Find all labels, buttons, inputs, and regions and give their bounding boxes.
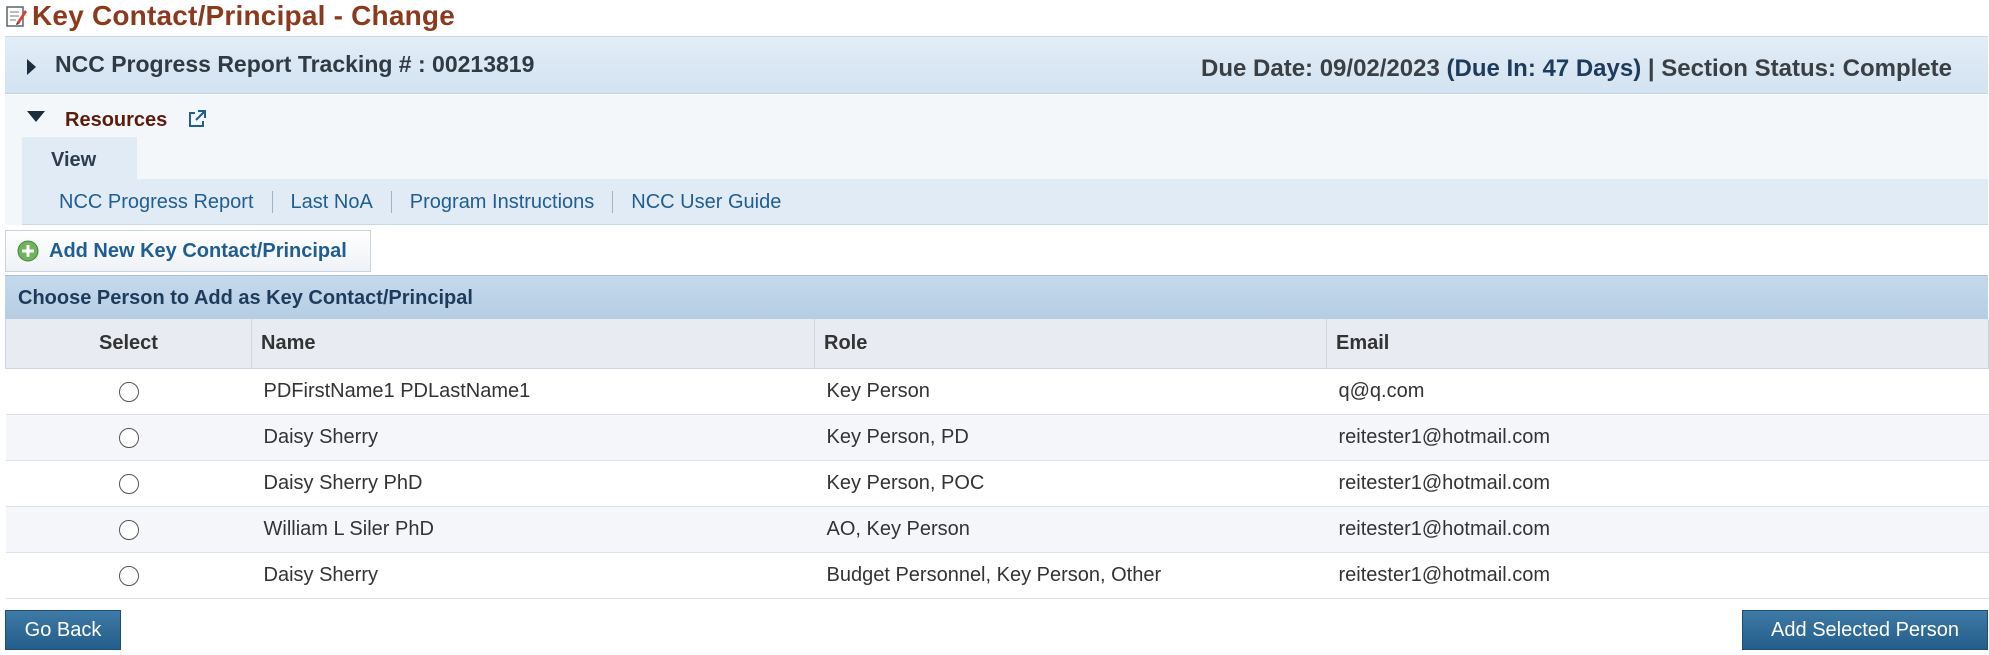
go-back-button[interactable]: Go Back: [5, 610, 121, 650]
section-status: Section Status: Complete: [1661, 55, 1952, 82]
name-cell: Daisy Sherry: [251, 552, 815, 599]
title-row: Key Contact/Principal - Change: [0, 0, 455, 32]
link-program-instructions[interactable]: Program Instructions: [392, 190, 614, 213]
due-date: Due Date: 09/02/2023: [1201, 55, 1440, 82]
select-cell: [5, 460, 252, 507]
link-ncc-progress-report[interactable]: NCC Progress Report: [22, 190, 273, 213]
section-header: Choose Person to Add as Key Contact/Prin…: [5, 275, 1988, 319]
tracking-bar: NCC Progress Report Tracking # : 0021381…: [5, 36, 1988, 94]
role-cell: Key Person, PD: [814, 414, 1327, 461]
select-radio[interactable]: [118, 519, 139, 540]
email-cell: reitester1@hotmail.com: [1326, 460, 1989, 507]
table-row: Daisy Sherry PhD Key Person, POC reitest…: [5, 460, 1989, 507]
email-cell: reitester1@hotmail.com: [1326, 414, 1989, 461]
column-header-email[interactable]: Email: [1326, 319, 1989, 369]
person-table: Select Name Role Email PDFirstName1 PDLa…: [5, 319, 1989, 599]
table-header-row: Select Name Role Email: [5, 319, 1989, 369]
page-title: Key Contact/Principal - Change: [32, 0, 455, 31]
name-cell: Daisy Sherry PhD: [251, 460, 815, 507]
column-header-select: Select: [5, 319, 252, 369]
table-row: Daisy Sherry Key Person, PD reitester1@h…: [5, 414, 1989, 461]
resources-panel: Resources View NCC Progress Report Last …: [5, 95, 1988, 225]
column-header-role[interactable]: Role: [814, 319, 1327, 369]
link-last-noa[interactable]: Last NoA: [273, 190, 392, 213]
select-cell: [5, 506, 252, 553]
select-radio[interactable]: [118, 565, 139, 586]
role-cell: AO, Key Person: [814, 506, 1327, 553]
add-new-key-contact-button[interactable]: Add New Key Contact/Principal: [5, 230, 371, 272]
external-link-icon[interactable]: [187, 109, 207, 129]
due-in: (Due In: 47 Days): [1446, 55, 1642, 82]
role-cell: Key Person, POC: [814, 460, 1327, 507]
select-radio[interactable]: [118, 427, 139, 448]
select-cell: [5, 368, 252, 415]
name-cell: Daisy Sherry: [251, 414, 815, 461]
name-cell: PDFirstName1 PDLastName1: [251, 368, 815, 415]
email-cell: reitester1@hotmail.com: [1326, 506, 1989, 553]
plus-circle-icon: [17, 240, 39, 262]
select-cell: [5, 414, 252, 461]
role-cell: Budget Personnel, Key Person, Other: [814, 552, 1327, 599]
tab-view[interactable]: View: [22, 137, 137, 179]
caret-down-icon[interactable]: [27, 111, 45, 122]
resource-links-bar: NCC Progress Report Last NoA Program Ins…: [22, 179, 1988, 225]
email-cell: reitester1@hotmail.com: [1326, 552, 1989, 599]
status-line: Due Date: 09/02/2023 (Due In: 47 Days) |…: [1201, 55, 1952, 83]
table-row: William L Siler PhD AO, Key Person reite…: [5, 506, 1989, 553]
select-radio[interactable]: [118, 381, 139, 402]
add-selected-person-button[interactable]: Add Selected Person: [1742, 610, 1988, 650]
edit-document-icon: [6, 6, 27, 27]
table-row: PDFirstName1 PDLastName1 Key Person q@q.…: [5, 368, 1989, 415]
resources-label[interactable]: Resources: [65, 109, 167, 132]
email-cell: q@q.com: [1326, 368, 1989, 415]
name-cell: William L Siler PhD: [251, 506, 815, 553]
select-cell: [5, 552, 252, 599]
caret-right-icon[interactable]: [27, 59, 36, 75]
tracking-number-label[interactable]: NCC Progress Report Tracking # : 0021381…: [55, 51, 534, 78]
status-separator: |: [1641, 55, 1662, 82]
link-ncc-user-guide[interactable]: NCC User Guide: [613, 191, 799, 213]
add-new-label: Add New Key Contact/Principal: [49, 239, 347, 262]
role-cell: Key Person: [814, 368, 1327, 415]
select-radio[interactable]: [118, 473, 139, 494]
table-row: Daisy Sherry Budget Personnel, Key Perso…: [5, 552, 1989, 599]
column-header-name[interactable]: Name: [251, 319, 815, 369]
